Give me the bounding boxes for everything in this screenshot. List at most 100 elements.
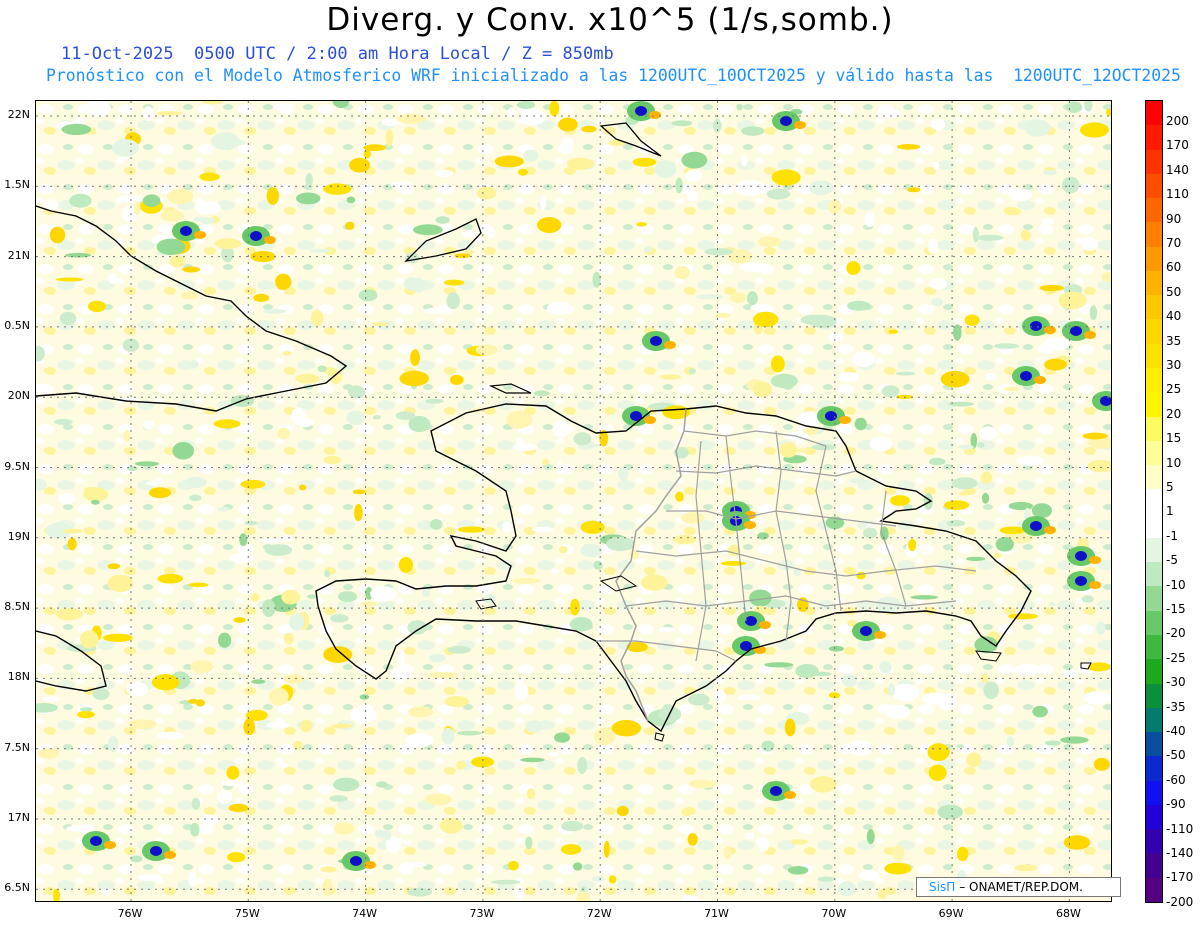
field-blob: [157, 111, 183, 116]
field-blob: [577, 757, 588, 774]
field-blob: [1060, 736, 1089, 744]
field-blob: [758, 837, 769, 852]
field-blob: [542, 458, 549, 466]
colorbar: [1145, 100, 1163, 903]
field-blob: [1016, 455, 1044, 466]
field-blob: [1058, 291, 1087, 310]
field-blob: [310, 248, 331, 253]
field-blob: [54, 418, 73, 425]
field-blob: [382, 830, 392, 841]
field-blob: [770, 373, 798, 389]
lat-label: 18N: [7, 670, 30, 684]
colorbar-segment: [1146, 804, 1162, 830]
field-blob: [554, 732, 570, 743]
field-blob: [995, 537, 1014, 552]
field-blob: [189, 494, 202, 502]
colorbar-label: -35: [1166, 699, 1186, 714]
field-blob: [539, 195, 547, 211]
field-blob: [779, 442, 798, 458]
field-blob: [1008, 188, 1032, 202]
field-blob: [296, 192, 321, 205]
field-blob: [566, 157, 594, 170]
field-blob: [958, 444, 975, 450]
field-blob: [572, 862, 583, 871]
field-blob: [381, 118, 399, 127]
model-info-line: Pronóstico con el Modelo Atmosferico WRF…: [46, 66, 1181, 85]
field-blob: [922, 692, 946, 705]
field-blob: [618, 466, 629, 481]
field-blob: [91, 499, 100, 505]
colorbar-label: 200: [1166, 114, 1189, 128]
field-blob: [784, 718, 796, 737]
field-blob: [185, 476, 207, 488]
field-blob: [229, 552, 256, 563]
field-blob: [561, 820, 584, 832]
colorbar-label: -200: [1166, 894, 1194, 909]
divergence-field: [36, 101, 1111, 901]
field-blob: [352, 489, 366, 495]
colorbar-segment: [1146, 853, 1162, 879]
field-blob: [979, 426, 998, 441]
field-blob: [686, 191, 699, 202]
field-blob: [928, 278, 948, 290]
field-blob: [593, 727, 616, 746]
colorbar-label: 5: [1166, 480, 1174, 494]
field-blob: [413, 224, 443, 236]
field-blob: [410, 349, 420, 367]
lat-label: 0.5N: [4, 318, 30, 332]
field-blob: [999, 526, 1026, 535]
field-blob: [405, 733, 434, 748]
field-blob: [981, 492, 990, 504]
field-blob: [363, 144, 386, 151]
field-blob: [295, 373, 320, 384]
field-blob: [457, 730, 483, 736]
field-blob: [526, 788, 536, 800]
field-blob: [42, 696, 60, 702]
field-blob: [441, 727, 455, 745]
field-blob: [720, 561, 747, 566]
lat-label: 17N: [7, 811, 30, 824]
field-blob: [531, 526, 554, 533]
field-blob: [359, 601, 378, 607]
field-blob: [715, 312, 731, 318]
field-blob: [569, 617, 593, 632]
field-blob: [940, 320, 947, 329]
map-panel[interactable]: [35, 100, 1112, 902]
field-blob: [1004, 386, 1020, 392]
credit-brand: SisΠ: [929, 880, 956, 894]
colorbar-label: -140: [1166, 846, 1194, 860]
field-blob: [190, 660, 214, 674]
field-blob: [817, 876, 835, 882]
field-blob: [44, 199, 59, 211]
colorbar-label: -20: [1166, 626, 1186, 641]
field-blob: [829, 331, 843, 344]
field-blob: [511, 577, 541, 584]
field-blob: [476, 186, 497, 200]
field-blob: [1032, 705, 1048, 718]
field-blob: [681, 807, 693, 817]
colorbar-segment: [1146, 659, 1162, 685]
field-blob: [404, 277, 419, 291]
colorbar-label: -170: [1166, 870, 1194, 885]
field-blob: [488, 228, 496, 239]
field-blob: [580, 520, 605, 534]
field-blob: [404, 840, 412, 845]
field-blob: [929, 457, 946, 466]
field-blob: [746, 291, 758, 306]
field-blob: [910, 595, 939, 600]
field-blob: [944, 500, 970, 510]
field-blob: [345, 221, 355, 230]
field-blob: [289, 613, 305, 631]
lat-label: 21N: [7, 248, 30, 262]
colorbar-label: 10: [1166, 455, 1182, 470]
field-blob: [549, 101, 560, 117]
field-blob: [401, 862, 427, 868]
field-blob: [764, 662, 794, 668]
field-blob: [735, 179, 765, 196]
field-blob: [965, 556, 986, 561]
field-blob: [930, 118, 946, 131]
field-blob: [548, 751, 560, 757]
field-blob: [49, 226, 66, 244]
field-blob: [1024, 119, 1051, 137]
field-blob: [283, 632, 294, 645]
